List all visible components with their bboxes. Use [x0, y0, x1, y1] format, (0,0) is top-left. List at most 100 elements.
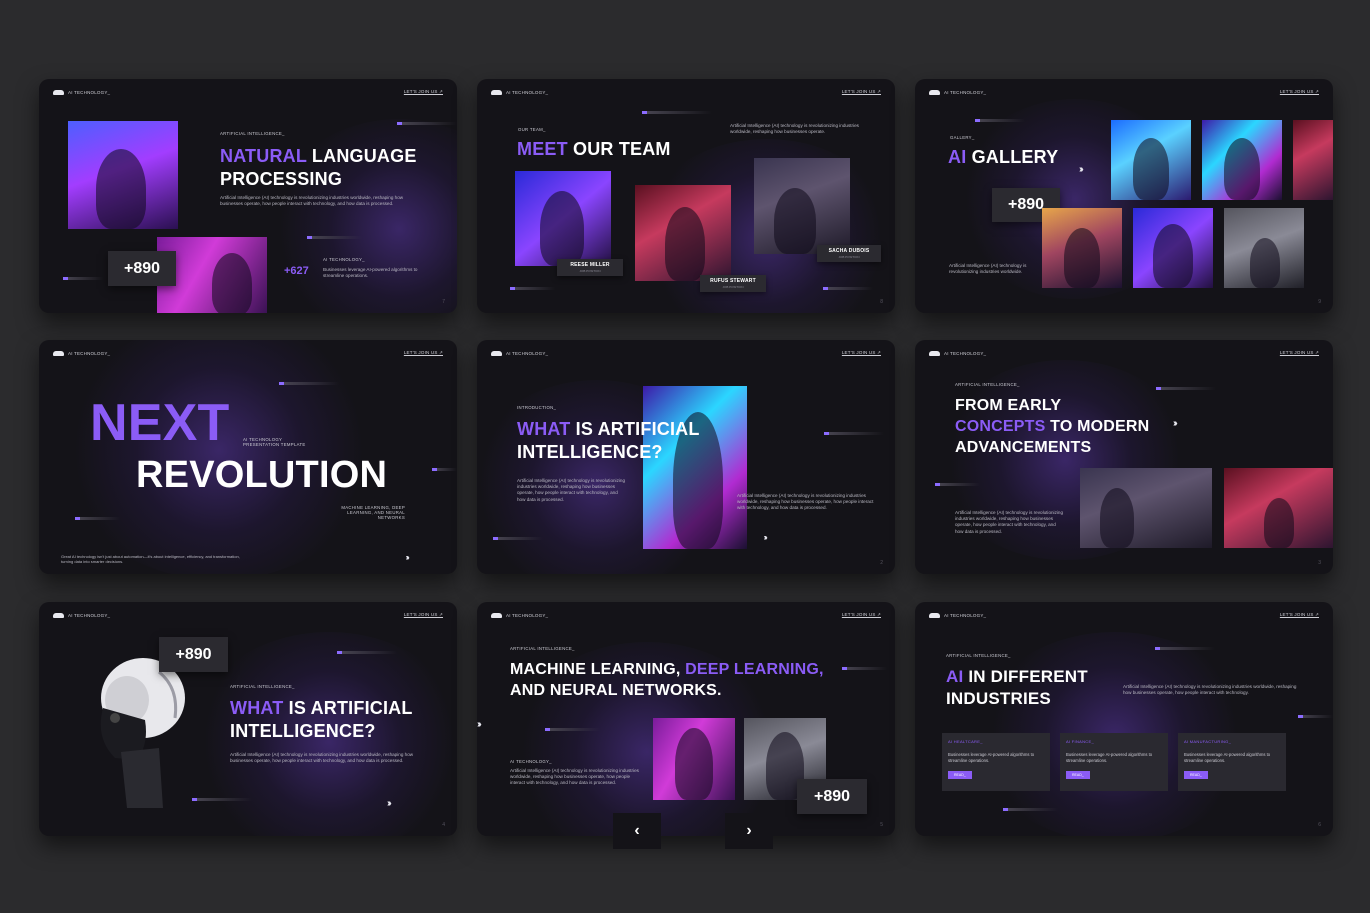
brand-label: AI TECHNOLOGY_ [506, 612, 549, 618]
chevrons-icon: ››››› [477, 719, 481, 730]
page-number: 5 [880, 822, 883, 828]
slide-body: Artificial Intelligence (AI) technology … [230, 752, 414, 764]
join-link[interactable]: LET'S JOIN US ↗ [404, 612, 443, 618]
decor-bar [545, 728, 600, 731]
join-link[interactable]: LET'S JOIN US ↗ [1280, 89, 1319, 95]
brand-label: AI TECHNOLOGY_ [68, 89, 111, 95]
slide-what-is-ai-robot[interactable]: AI TECHNOLOGY_ LET'S JOIN US ↗ +890 ARTI… [39, 602, 457, 836]
team-photo-1 [515, 171, 611, 266]
brand-logo-icon [53, 89, 64, 95]
decor-bar [337, 651, 397, 654]
join-link[interactable]: LET'S JOIN US ↗ [1280, 612, 1319, 618]
decor-bar [510, 287, 555, 290]
brand-label: AI TECHNOLOGY_ [944, 350, 987, 356]
gallery-photo [1224, 208, 1304, 288]
slide-from-early-concepts[interactable]: AI TECHNOLOGY_ LET'S JOIN US ↗ ARTIFICIA… [915, 340, 1333, 574]
title-revolution: REVOLUTION [136, 454, 388, 496]
eyebrow: ARTIFICIAL INTELLIGENCE_ [946, 653, 1011, 658]
decor-bar [279, 382, 339, 385]
team-nametag: REESE MILLER JOB POSITION [557, 259, 623, 276]
chevrons-icon: ››››› [1079, 164, 1083, 175]
slide-what-is-ai-intro[interactable]: AI TECHNOLOGY_ LET'S JOIN US ↗ INTRODUCT… [477, 340, 895, 574]
decor-bar [307, 236, 362, 239]
robot-head-image [75, 648, 195, 808]
industry-card-manufacturing: AI MANUFACTURING_ Businesses leverage AI… [1178, 733, 1286, 791]
slide-title: FROM EARLY CONCEPTS TO MODERN ADVANCEMENTS [955, 397, 1150, 456]
vr-student-photo [643, 386, 747, 549]
brand-logo-icon [53, 350, 64, 356]
slide-title: AI GALLERY [948, 147, 1059, 167]
eyebrow: GALLERY_ [950, 135, 975, 140]
brand-logo-icon [929, 612, 940, 618]
slide-ai-industries[interactable]: AI TECHNOLOGY_ LET'S JOIN US ↗ ARTIFICIA… [915, 602, 1333, 836]
team-nametag: SACHA DUBOIS JOB POSITION [817, 245, 881, 262]
decor-bar [1298, 715, 1333, 718]
stat-badge: +890 [108, 251, 176, 286]
slide-body: Artificial Intelligence (AI) technology … [1123, 684, 1297, 696]
slide-title: WHAT IS ARTIFICIAL INTELLIGENCE? [230, 698, 413, 741]
decor-bar [975, 119, 1025, 122]
slide-footer: Great AI technology isn't just about aut… [61, 554, 240, 564]
title-next: NEXT [90, 394, 230, 452]
page-number: 3 [1318, 560, 1321, 566]
slide-title: WHAT IS ARTIFICIAL INTELLIGENCE? [517, 419, 700, 462]
slide-title: MEET OUR TEAM [517, 139, 671, 159]
brand-logo-icon [53, 612, 64, 618]
eyebrow: ARTIFICIAL INTELLIGENCE_ [220, 131, 285, 136]
brand-logo-icon [491, 350, 502, 356]
brand-label: AI TECHNOLOGY_ [506, 89, 549, 95]
chevrons-icon: ››››› [1173, 418, 1177, 429]
eyebrow: ARTIFICIAL INTELLIGENCE_ [955, 382, 1020, 387]
join-link[interactable]: LET'S JOIN US ↗ [1280, 350, 1319, 356]
office-vr-photo [1080, 468, 1212, 548]
decor-bar [397, 122, 457, 125]
brand-label: AI TECHNOLOGY_ [68, 612, 111, 618]
read-button[interactable]: READ_ [948, 771, 972, 779]
slide-title: AI IN DIFFERENT INDUSTRIES [946, 667, 1088, 708]
join-link[interactable]: LET'S JOIN US ↗ [404, 89, 443, 95]
gallery-photo [1293, 120, 1333, 200]
page-number: 2 [880, 560, 883, 566]
decor-bar [192, 798, 252, 801]
sublabel: AI TECHNOLOGY_ [510, 759, 552, 764]
eyebrow: INTRODUCTION_ [517, 405, 557, 410]
join-link[interactable]: LET'S JOIN US ↗ [842, 350, 881, 356]
industry-card-healthcare: AI HEALTCARE_ Businesses leverage AI-pow… [942, 733, 1050, 791]
join-link[interactable]: LET'S JOIN US ↗ [842, 612, 881, 618]
decor-bar [1155, 647, 1215, 650]
decor-bar [432, 468, 457, 471]
slide-body: Artificial Intelligence (AI) technology … [510, 768, 639, 786]
team-nametag: RUFUS STEWART JOB POSITION [700, 275, 766, 292]
title-tag: AI TECHNOLOGY PRESENTATION TEMPLATE [243, 437, 306, 447]
slide-next-revolution[interactable]: AI TECHNOLOGY_ LET'S JOIN US ↗ NEXT AI T… [39, 340, 457, 574]
brand-label: AI TECHNOLOGY_ [944, 612, 987, 618]
read-button[interactable]: READ_ [1184, 771, 1208, 779]
brand-label: AI TECHNOLOGY_ [68, 350, 111, 356]
read-button[interactable]: READ_ [1066, 771, 1090, 779]
slide-machine-learning[interactable]: AI TECHNOLOGY_ LET'S JOIN US ↗ ARTIFICIA… [477, 602, 895, 836]
eyebrow: ARTIFICIAL INTELLIGENCE_ [510, 646, 575, 651]
slide-body-right: Artificial Intelligence (AI) technology … [737, 493, 874, 511]
topics: MACHINE LEARNING, DEEP LEARNING, AND NEU… [341, 505, 405, 521]
page-number: 8 [880, 299, 883, 305]
brand-logo-icon [929, 350, 940, 356]
studio-photo [1224, 468, 1333, 548]
next-slide-button[interactable]: › [725, 813, 773, 849]
brand-label: AI TECHNOLOGY_ [944, 89, 987, 95]
stat-text: Businesses leverage AI-powered algorithm… [323, 267, 418, 279]
brand-logo-icon [491, 89, 502, 95]
team-photo-2 [635, 185, 731, 281]
slide-ai-gallery[interactable]: AI TECHNOLOGY_ LET'S JOIN US ↗ GALLERY_ … [915, 79, 1333, 313]
sublabel: AI TECHNOLOGY_ [323, 257, 365, 262]
slide-body: Artificial Intelligence (AI) technology … [220, 195, 404, 207]
join-link[interactable]: LET'S JOIN US ↗ [842, 89, 881, 95]
decor-bar [642, 111, 712, 114]
slide-meet-our-team[interactable]: AI TECHNOLOGY_ LET'S JOIN US ↗ OUR TEAM_… [477, 79, 895, 313]
stat-value: +627 [284, 265, 309, 277]
page-number: 9 [1318, 299, 1321, 305]
decor-bar [823, 287, 873, 290]
slide-body: Artificial Intelligence (AI) technology … [517, 478, 626, 502]
join-link[interactable]: LET'S JOIN US ↗ [404, 350, 443, 356]
slide-natural-language-processing[interactable]: AI TECHNOLOGY_ LET'S JOIN US ↗ +890 ARTI… [39, 79, 457, 313]
prev-slide-button[interactable]: ‹ [613, 813, 661, 849]
